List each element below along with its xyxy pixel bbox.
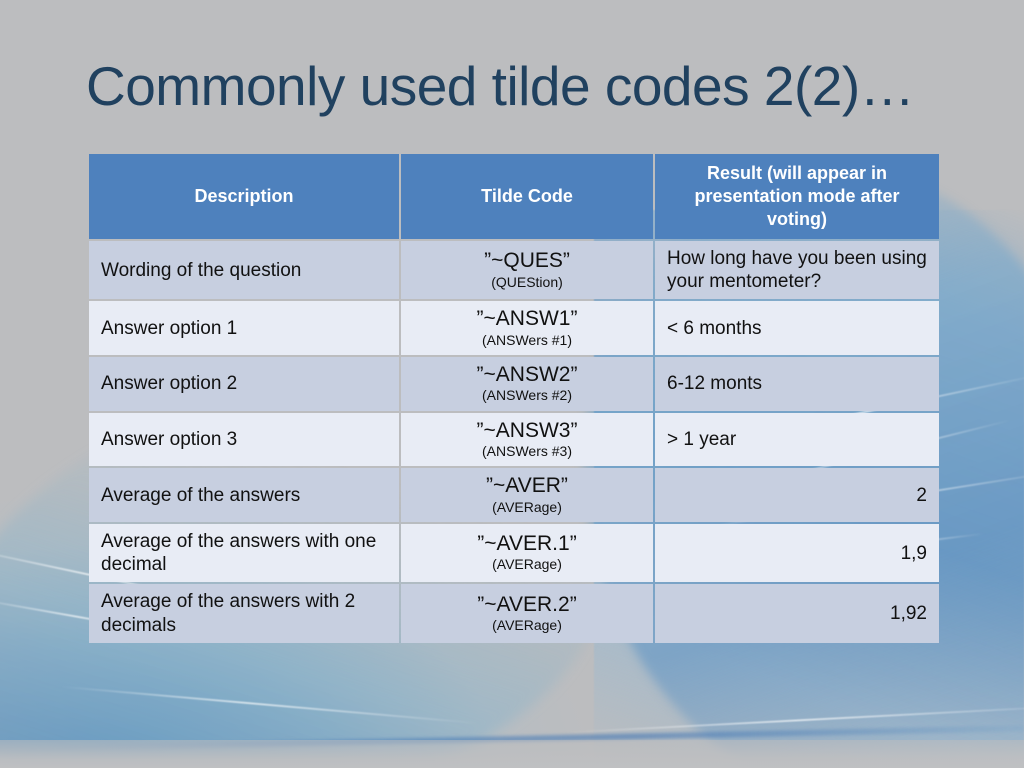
cell-description: Answer option 2 — [89, 357, 399, 411]
cell-description: Wording of the question — [89, 241, 399, 300]
tilde-code-token: ”~AVER.1” — [477, 532, 577, 556]
tilde-code-expansion: (ANSWers #1) — [482, 331, 572, 348]
table-row: Wording of the question ”~QUES” (QUEStion)… — [89, 241, 939, 300]
cell-tilde-code: ”~AVER” (AVERage) — [401, 468, 653, 522]
tilde-codes-table-wrapper: Description Tilde Code Result (will appe… — [87, 152, 939, 645]
background-footer-band — [0, 740, 1024, 768]
slide-canvas: Commonly used tilde codes 2(2)… Descript… — [0, 0, 1024, 768]
cell-result: 1,92 — [655, 584, 939, 643]
column-header-tilde-code: Tilde Code — [401, 154, 653, 240]
cell-tilde-code: ”~QUES” (QUEStion) — [401, 241, 653, 300]
tilde-code-token: ”~ANSW1” — [476, 307, 578, 331]
table-row: Answer option 3 ”~ANSW3” (ANSWers #3) > 1 y… — [89, 412, 939, 467]
table-body: Wording of the question ”~QUES” (QUEStion)… — [89, 241, 939, 643]
tilde-code-token: ”~AVER” — [486, 474, 568, 498]
cell-tilde-code: ”~ANSW2” (ANSWers #2) — [401, 357, 653, 411]
cell-result: > 1 year — [655, 412, 939, 467]
table-header-row: Description Tilde Code Result (will appe… — [89, 154, 939, 240]
table-row: Average of the answers ”~AVER” (AVERage) 2 — [89, 468, 939, 522]
slide-title: Commonly used tilde codes 2(2)… — [86, 55, 915, 117]
cell-result: How long have you been using your mentom… — [655, 241, 939, 300]
tilde-code-expansion: (ANSWers #2) — [482, 387, 572, 404]
table-row: Average of the answers with one decimal”… — [89, 524, 939, 583]
table-row: Answer option 2 ”~ANSW2” (ANSWers #2) 6-12 … — [89, 357, 939, 411]
cell-description: Average of the answers — [89, 468, 399, 522]
cell-result: < 6 months — [655, 301, 939, 356]
table-header: Description Tilde Code Result (will appe… — [89, 154, 939, 240]
cell-result: 1,9 — [655, 524, 939, 583]
column-header-result: Result (will appear in presentation mode… — [655, 154, 939, 240]
cell-result: 6-12 monts — [655, 357, 939, 411]
cell-tilde-code: ”~ANSW3” (ANSWers #3) — [401, 412, 653, 467]
table-row: Answer option 1 ”~ANSW1” (ANSWers #1) < 6 m… — [89, 301, 939, 356]
tilde-code-expansion: (ANSWers #3) — [482, 442, 572, 459]
cell-description: Average of the answers with one decimal — [89, 524, 399, 583]
column-header-description: Description — [89, 154, 399, 240]
tilde-code-token: ”~QUES” — [484, 249, 570, 273]
cell-tilde-code: ”~AVER.1” (AVERage) — [401, 524, 653, 583]
cell-description: Average of the answers with 2 decimals — [89, 584, 399, 643]
cell-result: 2 — [655, 468, 939, 522]
tilde-code-expansion: (AVERage) — [492, 498, 562, 515]
cell-description: Answer option 1 — [89, 301, 399, 356]
background-light-streak — [564, 704, 1024, 734]
tilde-code-expansion: (AVERage) — [492, 556, 562, 573]
tilde-code-expansion: (AVERage) — [492, 616, 562, 633]
cell-tilde-code: ”~ANSW1” (ANSWers #1) — [401, 301, 653, 356]
table-row: Average of the answers with 2 decimals ”~… — [89, 584, 939, 643]
cell-description: Answer option 3 — [89, 412, 399, 467]
tilde-code-token: ”~AVER.2” — [477, 592, 577, 616]
background-ridge-line — [0, 725, 1024, 753]
tilde-codes-table: Description Tilde Code Result (will appe… — [87, 152, 941, 645]
tilde-code-token: ”~ANSW2” — [476, 363, 578, 387]
tilde-code-token: ”~ANSW3” — [476, 418, 578, 442]
cell-tilde-code: ”~AVER.2” (AVERage) — [401, 584, 653, 643]
background-light-streak — [60, 685, 480, 725]
tilde-code-expansion: (QUEStion) — [491, 273, 563, 290]
